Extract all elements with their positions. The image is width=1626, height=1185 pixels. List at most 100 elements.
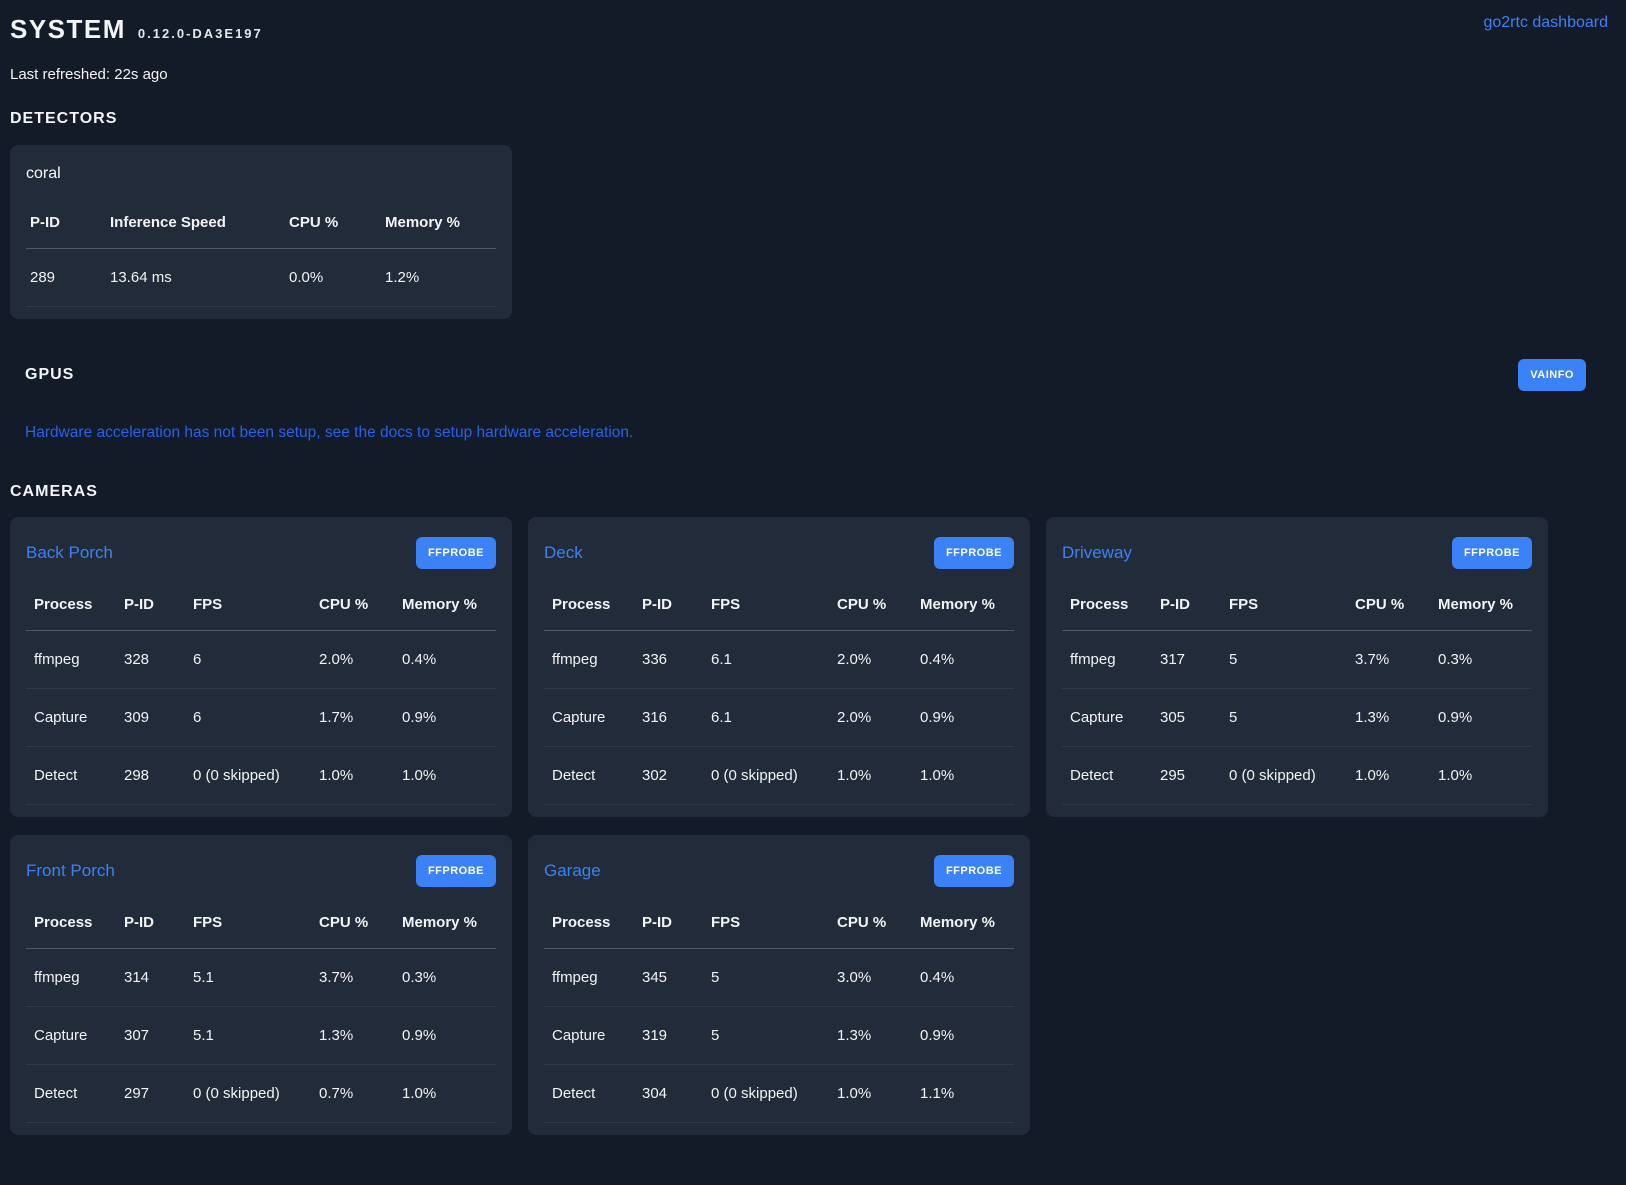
column-header: CPU % — [829, 914, 912, 949]
table-row: ffmpeg3366.12.0%0.4% — [544, 631, 1014, 689]
column-header: Process — [26, 596, 116, 631]
ffprobe-button[interactable]: FFPROBE — [1452, 537, 1532, 569]
table-cell: Detect — [544, 1065, 634, 1123]
table-cell: Capture — [544, 689, 634, 747]
table-row: Detect3040 (0 skipped)1.0%1.1% — [544, 1065, 1014, 1123]
detector-name: coral — [26, 165, 61, 183]
table-cell: 0.9% — [1430, 689, 1532, 747]
camera-name-link[interactable]: Deck — [544, 543, 583, 563]
vainfo-button[interactable]: VAINFO — [1518, 359, 1586, 391]
gpus-heading: GPUS — [25, 366, 74, 384]
table-cell: Detect — [1062, 747, 1152, 805]
table-row: Detect3020 (0 skipped)1.0%1.0% — [544, 747, 1014, 805]
camera-name-link[interactable]: Driveway — [1062, 543, 1132, 563]
table-cell: 13.64 ms — [106, 249, 285, 307]
table-cell: 336 — [634, 631, 703, 689]
table-cell: 1.0% — [829, 1065, 912, 1123]
column-header: Process — [544, 914, 634, 949]
detector-card: coral P-IDInference SpeedCPU %Memory % 2… — [10, 145, 512, 319]
table-cell: Detect — [26, 1065, 116, 1123]
table-cell: Capture — [26, 1007, 116, 1065]
camera-card-head: Deck FFPROBE — [544, 537, 1014, 569]
column-header: Memory % — [394, 914, 496, 949]
column-header: CPU % — [285, 214, 381, 249]
table-cell: 0.3% — [1430, 631, 1532, 689]
last-refreshed-text: Last refreshed: 22s ago — [10, 66, 1616, 83]
camera-card: Garage FFPROBE ProcessP-IDFPSCPU %Memory… — [528, 835, 1030, 1135]
table-cell: 0.9% — [912, 689, 1014, 747]
table-cell: 0.3% — [394, 949, 496, 1007]
ffprobe-button[interactable]: FFPROBE — [416, 537, 496, 569]
detector-cards: coral P-IDInference SpeedCPU %Memory % 2… — [10, 145, 1616, 319]
camera-name-link[interactable]: Garage — [544, 861, 601, 881]
camera-stats-table: ProcessP-IDFPSCPU %Memory % ffmpeg34553.… — [544, 914, 1014, 1123]
table-row: ffmpeg32862.0%0.4% — [26, 631, 496, 689]
camera-name-link[interactable]: Front Porch — [26, 861, 115, 881]
table-cell: 0.4% — [394, 631, 496, 689]
table-cell: 3.7% — [311, 949, 394, 1007]
ffprobe-button[interactable]: FFPROBE — [934, 855, 1014, 887]
table-cell: 289 — [26, 249, 106, 307]
go2rtc-dashboard-link[interactable]: go2rtc dashboard — [1483, 14, 1608, 32]
table-cell: 0.9% — [394, 689, 496, 747]
column-header: Memory % — [912, 914, 1014, 949]
table-cell: 3.7% — [1347, 631, 1430, 689]
table-cell: Capture — [544, 1007, 634, 1065]
table-row: Capture30551.3%0.9% — [1062, 689, 1532, 747]
table-cell: 2.0% — [311, 631, 394, 689]
column-header: Memory % — [1430, 596, 1532, 631]
column-header: P-ID — [634, 914, 703, 949]
column-header: Inference Speed — [106, 214, 285, 249]
table-cell: Detect — [26, 747, 116, 805]
camera-stats-table: ProcessP-IDFPSCPU %Memory % ffmpeg31753.… — [1062, 596, 1532, 805]
column-header: P-ID — [116, 596, 185, 631]
table-cell: 1.1% — [912, 1065, 1014, 1123]
table-cell: 1.0% — [394, 1065, 496, 1123]
page-title: SYSTEM — [10, 14, 126, 45]
table-row: Detect2970 (0 skipped)0.7%1.0% — [26, 1065, 496, 1123]
gpus-section: GPUS VAINFO Hardware acceleration has no… — [10, 359, 1616, 442]
table-cell: 345 — [634, 949, 703, 1007]
table-cell: ffmpeg — [1062, 631, 1152, 689]
table-cell: ffmpeg — [544, 631, 634, 689]
table-cell: 0.9% — [394, 1007, 496, 1065]
table-row: Capture30961.7%0.9% — [26, 689, 496, 747]
camera-name-link[interactable]: Back Porch — [26, 543, 113, 563]
column-header: CPU % — [829, 596, 912, 631]
column-header: FPS — [185, 596, 311, 631]
table-cell: 5 — [1221, 631, 1347, 689]
table-cell: 0 (0 skipped) — [1221, 747, 1347, 805]
hardware-acceleration-message[interactable]: Hardware acceleration has not been setup… — [25, 424, 1586, 442]
table-cell: 6.1 — [703, 631, 829, 689]
column-header: FPS — [1221, 596, 1347, 631]
table-cell: 1.0% — [1347, 747, 1430, 805]
table-cell: 319 — [634, 1007, 703, 1065]
table-header-row: ProcessP-IDFPSCPU %Memory % — [544, 596, 1014, 631]
table-cell: 5 — [703, 1007, 829, 1065]
camera-card: Front Porch FFPROBE ProcessP-IDFPSCPU %M… — [10, 835, 512, 1135]
column-header: P-ID — [116, 914, 185, 949]
table-cell: 297 — [116, 1065, 185, 1123]
table-cell: 5 — [703, 949, 829, 1007]
table-cell: 298 — [116, 747, 185, 805]
ffprobe-button[interactable]: FFPROBE — [934, 537, 1014, 569]
table-cell: 5.1 — [185, 949, 311, 1007]
table-cell: 1.3% — [311, 1007, 394, 1065]
table-row: ffmpeg3145.13.7%0.3% — [26, 949, 496, 1007]
table-cell: 307 — [116, 1007, 185, 1065]
table-cell: 6 — [185, 689, 311, 747]
table-cell: 314 — [116, 949, 185, 1007]
column-header: FPS — [703, 914, 829, 949]
column-header: CPU % — [311, 914, 394, 949]
ffprobe-button[interactable]: FFPROBE — [416, 855, 496, 887]
camera-stats-table: ProcessP-IDFPSCPU %Memory % ffmpeg3366.1… — [544, 596, 1014, 805]
detector-stats-table: P-IDInference SpeedCPU %Memory % 28913.6… — [26, 214, 496, 307]
detector-card-head: coral — [26, 165, 496, 183]
table-cell: 2.0% — [829, 689, 912, 747]
table-cell: ffmpeg — [26, 631, 116, 689]
camera-card-head: Garage FFPROBE — [544, 855, 1014, 887]
column-header: CPU % — [311, 596, 394, 631]
gpus-head: GPUS VAINFO — [25, 359, 1586, 391]
table-cell: 2.0% — [829, 631, 912, 689]
table-cell: 6 — [185, 631, 311, 689]
